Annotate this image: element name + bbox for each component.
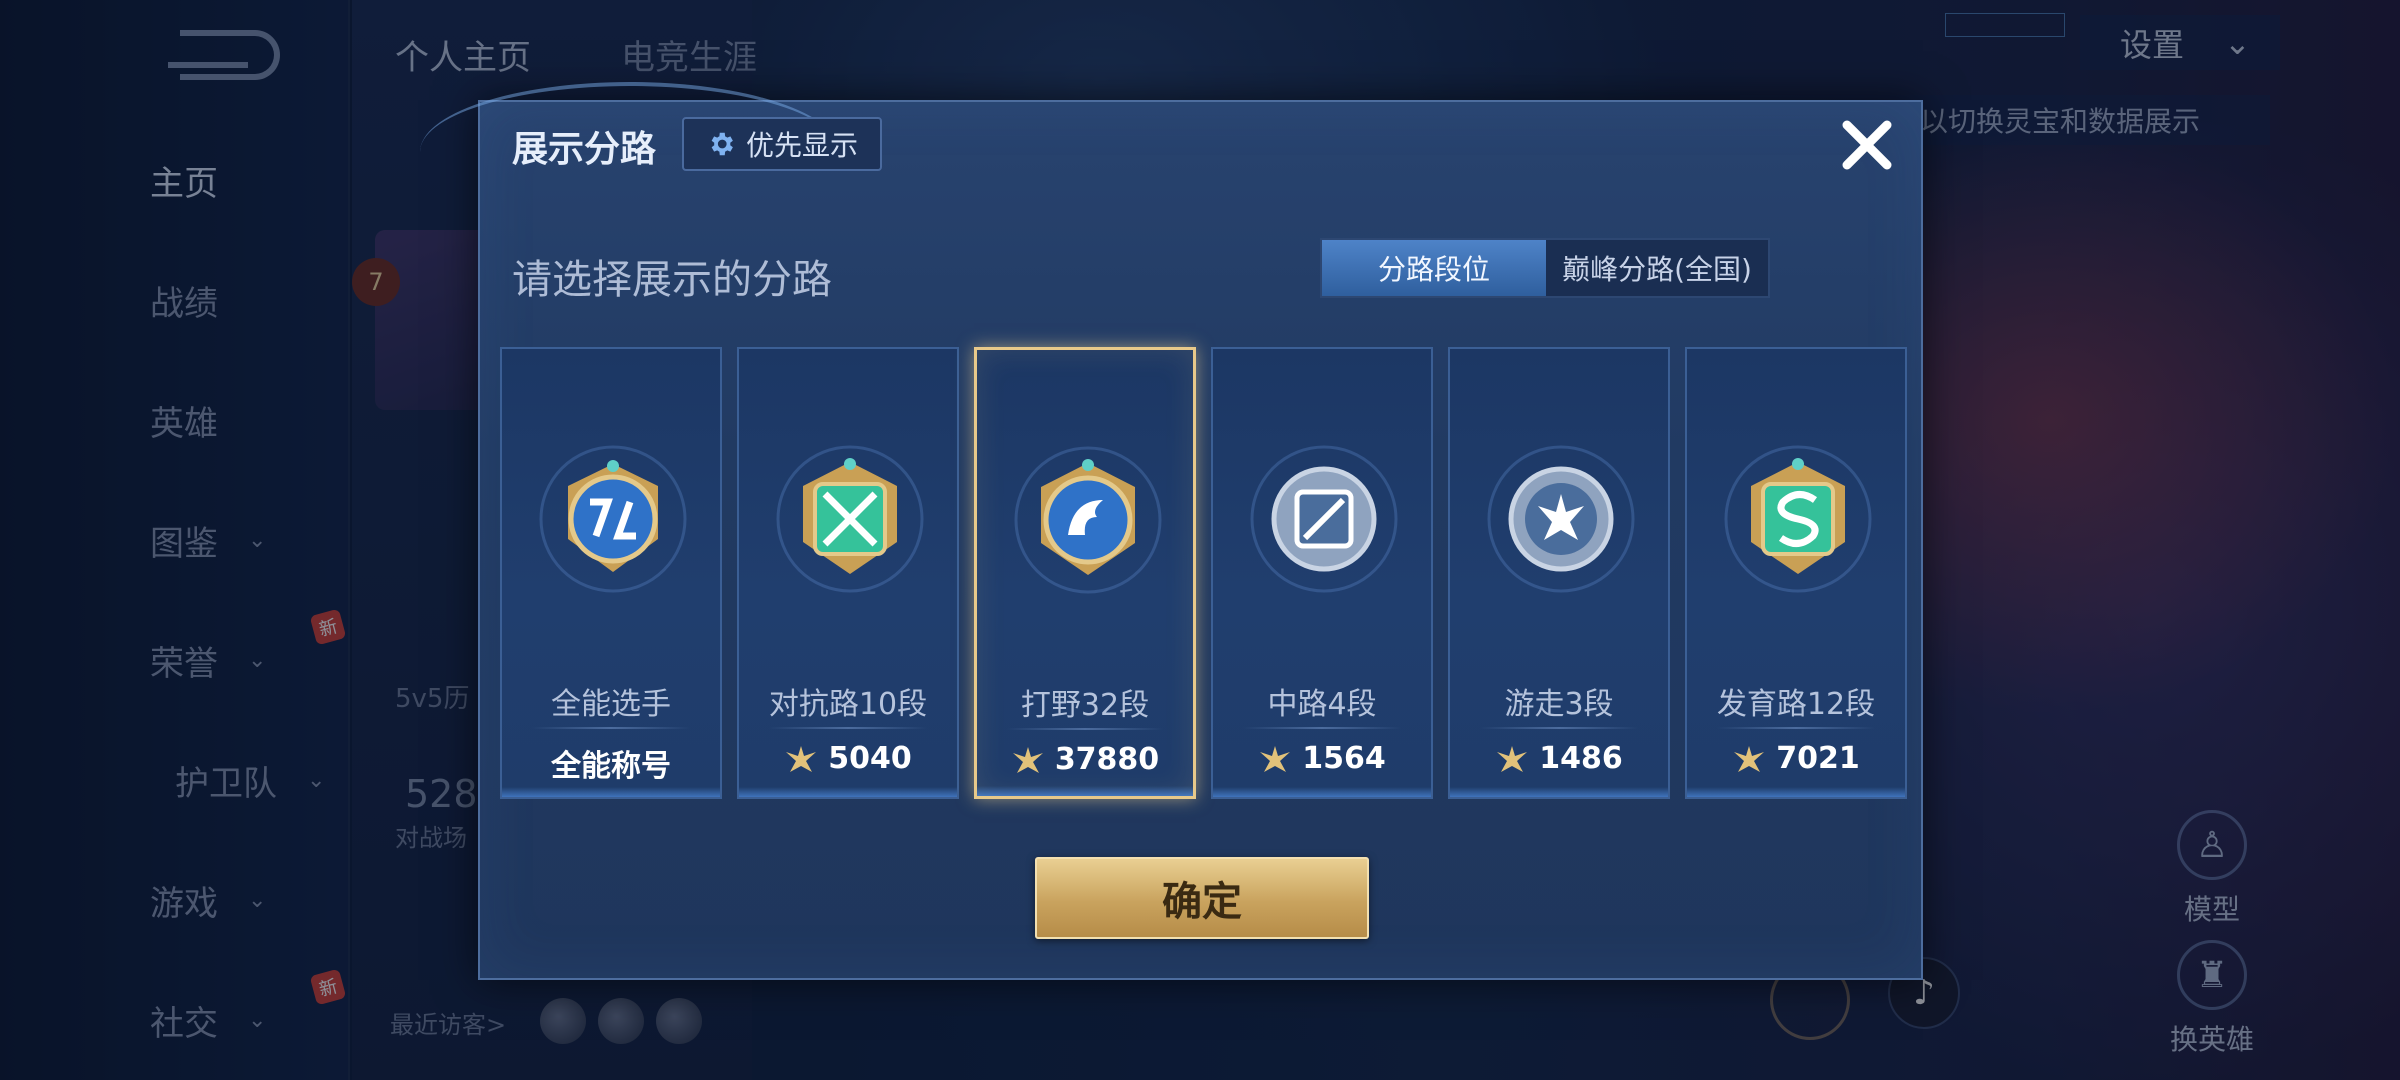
divider [1007, 728, 1163, 730]
clash-lane-emblem-icon [776, 445, 924, 593]
close-button[interactable] [1832, 110, 1902, 180]
lane-value-text: 全能称号 [551, 749, 671, 784]
divider [532, 727, 690, 729]
divider [769, 727, 927, 729]
divider [1243, 727, 1401, 729]
points-icon [1260, 745, 1291, 772]
lane-name: 游走3段 [1504, 687, 1614, 722]
lane-value-text: 37880 [1054, 742, 1160, 777]
farm-lane-emblem-icon [1724, 445, 1872, 593]
priority-display-button[interactable]: 优先显示 [682, 117, 882, 171]
lane-value: 37880 [977, 742, 1193, 777]
lane-value-text: 1486 [1539, 741, 1623, 776]
lane-card-farm-lane[interactable]: 发育路12段 7021 [1685, 347, 1907, 799]
lane-value-text: 1564 [1302, 741, 1386, 776]
lane-card-list: 全能选手 全能称号 对抗路10段 5040 打野32段 37880 中路4段 1… [500, 347, 1907, 799]
mid-lane-emblem-icon [1250, 445, 1398, 593]
points-icon [1497, 745, 1528, 772]
lane-name: 打野32段 [1020, 688, 1150, 723]
lane-value-text: 7021 [1776, 741, 1860, 776]
lane-value: 7021 [1687, 741, 1905, 776]
lane-value: 全能称号 [502, 741, 720, 785]
lane-card-mid-lane[interactable]: 中路4段 1564 [1211, 347, 1433, 799]
lane-value: 1486 [1450, 741, 1668, 776]
lane-value: 5040 [739, 741, 957, 776]
lane-name: 中路4段 [1267, 687, 1377, 722]
dialog-title: 展示分路 [512, 129, 657, 170]
points-icon [1012, 746, 1043, 773]
lane-card-all-round[interactable]: 全能选手 全能称号 [500, 347, 722, 799]
select-heading: 请选择展示的分路 [512, 257, 832, 303]
lane-value-text: 5040 [828, 741, 912, 776]
lane-card-roam[interactable]: 游走3段 1486 [1448, 347, 1670, 799]
lane-name: 全能选手 [551, 687, 671, 722]
points-icon [1734, 745, 1765, 772]
tab-peak-lane[interactable]: 巅峰分路(全国) [1546, 240, 1768, 296]
gear-icon [711, 132, 733, 156]
all-round-emblem-icon [539, 445, 687, 593]
roam-emblem-icon [1487, 445, 1635, 593]
confirm-button[interactable]: 确定 [1035, 857, 1369, 939]
lane-card-clash-lane[interactable]: 对抗路10段 5040 [737, 347, 959, 799]
points-icon [786, 745, 817, 772]
tab-lane-rank[interactable]: 分路段位 [1322, 240, 1546, 296]
lane-card-jungle[interactable]: 打野32段 37880 [974, 347, 1196, 799]
display-mode-tabs: 分路段位 巅峰分路(全国) [1320, 238, 1770, 298]
priority-display-label: 优先显示 [745, 129, 858, 162]
lane-display-dialog: 展示分路 优先显示 请选择展示的分路 分路段位 巅峰分路(全国) 全能选手 全能… [420, 82, 1923, 980]
lane-value: 1564 [1213, 741, 1431, 776]
jungle-emblem-icon [1014, 446, 1162, 594]
lane-name: 发育路12段 [1716, 687, 1876, 722]
close-icon [1842, 120, 1892, 170]
divider [1480, 727, 1638, 729]
lane-name: 对抗路10段 [768, 687, 928, 722]
divider [1717, 727, 1875, 729]
